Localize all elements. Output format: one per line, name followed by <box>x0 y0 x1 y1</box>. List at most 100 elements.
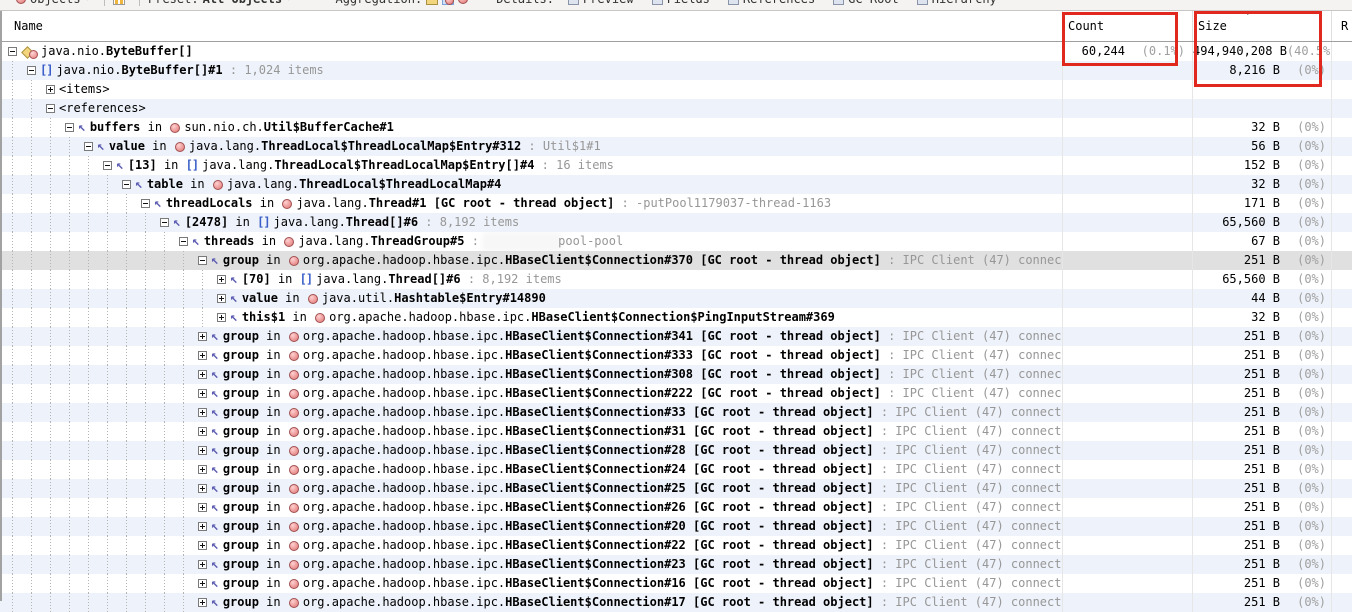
tree-row[interactable]: group in org.apache.hadoop.hbase.ipc.HBa… <box>0 441 1352 460</box>
count-value <box>1063 517 1125 536</box>
tree-row[interactable]: group in org.apache.hadoop.hbase.ipc.HBa… <box>0 555 1352 574</box>
tree-indent-guide <box>65 593 84 612</box>
expand-icon[interactable] <box>198 389 207 398</box>
expand-icon[interactable] <box>198 465 207 474</box>
node-detail: : IPC Client (47) connection to /10.2 <box>888 253 1062 267</box>
expand-icon[interactable] <box>198 541 207 550</box>
expand-icon[interactable] <box>198 427 207 436</box>
tree-indent-guide <box>103 536 122 555</box>
tree-indent-guide <box>179 498 198 517</box>
node-detail: : IPC Client (47) connection to /10.2 <box>888 348 1062 362</box>
collapse-icon[interactable] <box>160 218 169 227</box>
tree-indent-guide <box>27 213 46 232</box>
chart-toggle-button[interactable] <box>113 0 125 5</box>
column-header-retained[interactable]: R <box>1332 11 1352 41</box>
collapse-icon[interactable] <box>8 47 17 56</box>
field-name: group <box>222 500 259 514</box>
tree-cell-retained <box>1332 61 1352 80</box>
collapse-icon[interactable] <box>65 123 74 132</box>
tree-row[interactable]: group in org.apache.hadoop.hbase.ipc.HBa… <box>0 384 1352 403</box>
tree-row[interactable]: group in org.apache.hadoop.hbase.ipc.HBa… <box>0 460 1352 479</box>
expand-icon[interactable] <box>198 370 207 379</box>
tree-indent-guide <box>160 593 179 612</box>
tree-row[interactable]: java.nio.ByteBuffer[]#1 : 1,024 items 8,2… <box>0 61 1352 80</box>
tree-row[interactable]: group in org.apache.hadoop.hbase.ipc.HBa… <box>0 574 1352 593</box>
tree-indent-guide <box>122 194 141 213</box>
tree-cell-size: 251 B (0%) <box>1193 422 1332 441</box>
tree-row[interactable]: group in org.apache.hadoop.hbase.ipc.HBa… <box>0 327 1352 346</box>
tree-row[interactable]: [13] in java.lang.ThreadLocal$ThreadLoca… <box>0 156 1352 175</box>
tree-indent-guide <box>103 175 122 194</box>
class-name: HBaseClient$Connection#370 [GC root - th… <box>505 253 881 267</box>
tree-row[interactable]: group in org.apache.hadoop.hbase.ipc.HBa… <box>0 346 1352 365</box>
expand-icon[interactable] <box>217 275 226 284</box>
expand-icon[interactable] <box>217 294 226 303</box>
collapse-icon[interactable] <box>179 237 188 246</box>
tree-row[interactable]: buffers in sun.nio.ch.Util$BufferCache#1… <box>0 118 1352 137</box>
collapse-icon[interactable] <box>122 180 131 189</box>
tree-indent-guide <box>141 536 160 555</box>
tree-row[interactable]: group in org.apache.hadoop.hbase.ipc.HBa… <box>0 479 1352 498</box>
node-label: <references> <box>59 101 146 115</box>
expand-icon[interactable] <box>198 408 207 417</box>
tree-row[interactable]: <items> <box>0 80 1352 99</box>
preset-dropdown[interactable]: Preset: All Objects ▾ <box>148 0 291 6</box>
count-percent <box>1125 555 1192 574</box>
tree-row[interactable]: group in org.apache.hadoop.hbase.ipc.HBa… <box>0 517 1352 536</box>
details-button-hierarchy[interactable]: Hierarchy <box>916 0 997 6</box>
tree-row[interactable]: group in org.apache.hadoop.hbase.ipc.HBa… <box>0 536 1352 555</box>
tree-row[interactable]: group in org.apache.hadoop.hbase.ipc.HBa… <box>0 422 1352 441</box>
column-header-size[interactable]: ∨ Size <box>1193 11 1332 41</box>
details-button-fields[interactable]: Fields <box>651 0 710 6</box>
aggregate-classes-button[interactable] <box>442 0 455 5</box>
expand-icon[interactable] <box>198 446 207 455</box>
expand-icon[interactable] <box>217 313 226 322</box>
tree-row[interactable]: java.nio. ByteBuffer[] 60,244 (0.1%) 494,940… <box>0 42 1352 61</box>
column-header-count[interactable]: Count <box>1063 11 1193 41</box>
tree-indent-guide <box>122 327 141 346</box>
collapse-icon[interactable] <box>27 66 36 75</box>
expand-icon[interactable] <box>198 484 207 493</box>
tree-row[interactable]: group in org.apache.hadoop.hbase.ipc.HBa… <box>0 365 1352 384</box>
tree-cell-count <box>1063 365 1193 384</box>
package-name: org.apache.hadoop.hbase.ipc. <box>302 405 506 419</box>
expand-icon[interactable] <box>198 351 207 360</box>
expand-icon[interactable] <box>198 579 207 588</box>
details-button-gc-root[interactable]: GC Root <box>833 0 899 6</box>
tree-row[interactable]: group in org.apache.hadoop.hbase.ipc.HBa… <box>0 403 1352 422</box>
column-header-name[interactable]: Name <box>0 11 1063 41</box>
collapse-icon[interactable] <box>84 142 93 151</box>
collapse-icon[interactable] <box>46 104 55 113</box>
aggregate-instances-button[interactable] <box>458 0 469 4</box>
expand-icon[interactable] <box>46 85 55 94</box>
expand-icon[interactable] <box>198 522 207 531</box>
objects-dropdown[interactable]: Objects ▾ <box>16 0 90 6</box>
tree-row[interactable]: threadLocals in java.lang.Thread#1 [GC r… <box>0 194 1352 213</box>
collapse-icon[interactable] <box>103 161 112 170</box>
expand-icon[interactable] <box>198 598 207 607</box>
in-keyword: in <box>144 139 174 153</box>
tree-indent-guide <box>27 422 46 441</box>
collapse-icon[interactable] <box>198 256 207 265</box>
tree-row[interactable]: this$1 in org.apache.hadoop.hbase.ipc.HB… <box>0 308 1352 327</box>
count-percent <box>1125 593 1192 612</box>
collapse-icon[interactable] <box>141 199 150 208</box>
tree-row[interactable]: group in org.apache.hadoop.hbase.ipc.HBa… <box>0 498 1352 517</box>
details-button-references[interactable]: References <box>727 0 815 6</box>
expand-icon[interactable] <box>198 503 207 512</box>
tree-row[interactable]: [70] in java.lang.Thread[]#6 : 8,192 ite… <box>0 270 1352 289</box>
tree-row[interactable]: table in java.lang.ThreadLocal$ThreadLoc… <box>0 175 1352 194</box>
tree-row[interactable]: group in org.apache.hadoop.hbase.ipc.HBa… <box>0 593 1352 612</box>
tree-indent-guide <box>84 251 103 270</box>
tree-row[interactable]: group in org.apache.hadoop.hbase.ipc.HBa… <box>0 251 1352 270</box>
tree-row[interactable]: <references> <box>0 99 1352 118</box>
expand-icon[interactable] <box>198 560 207 569</box>
tree-row[interactable]: [2478] in java.lang.Thread[]#6 : 8,192 i… <box>0 213 1352 232</box>
tree-row[interactable]: threads in java.lang.ThreadGroup#5 : poo… <box>0 232 1352 251</box>
details-button-preview[interactable]: Preview <box>567 0 634 6</box>
expand-icon[interactable] <box>198 332 207 341</box>
tree-row[interactable]: value in java.lang.ThreadLocal$ThreadLoc… <box>0 137 1352 156</box>
tree-row[interactable]: value in java.util.Hashtable$Entry#14890… <box>0 289 1352 308</box>
tree-indent-guide <box>84 574 103 593</box>
aggregate-packages-button[interactable] <box>426 0 439 5</box>
